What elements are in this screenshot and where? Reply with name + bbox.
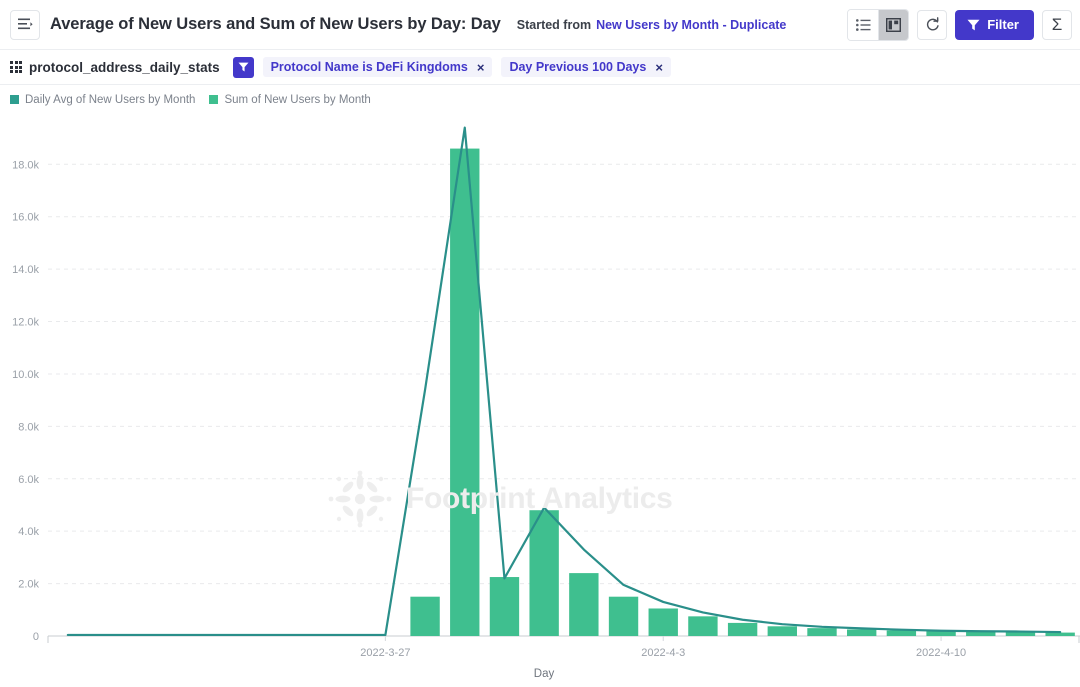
x-axis-title: Day [534, 668, 555, 680]
filter-chip-day[interactable]: Day Previous 100 Days × [501, 57, 670, 77]
y-axis-tick-label: 0 [33, 631, 39, 643]
refresh-button[interactable] [917, 10, 947, 40]
bar[interactable] [609, 597, 638, 636]
app-header: Average of New Users and Sum of New User… [0, 0, 1080, 50]
y-axis-tick-label: 18.0k [12, 159, 39, 171]
filter-button-label: Filter [987, 17, 1019, 32]
bar[interactable] [728, 623, 757, 636]
line-series[interactable] [68, 128, 1060, 635]
filter-chip-label: Protocol Name is DeFi Kingdoms [271, 60, 468, 74]
view-mode-list-button[interactable] [848, 10, 878, 40]
x-axis-tick-label: 2022-4-3 [641, 647, 685, 659]
started-from-link[interactable]: New Users by Month - Duplicate [596, 18, 786, 32]
y-axis-tick-label: 14.0k [12, 264, 39, 276]
legend-item-daily-avg[interactable]: Daily Avg of New Users by Month [10, 94, 195, 106]
legend-label: Sum of New Users by Month [224, 94, 370, 106]
dataset-chip[interactable]: protocol_address_daily_stats [10, 60, 220, 75]
bar[interactable] [529, 510, 558, 636]
page-title: Average of New Users and Sum of New User… [50, 15, 501, 34]
list-view-icon [856, 19, 871, 31]
legend-label: Daily Avg of New Users by Month [25, 94, 195, 106]
started-from: Started from New Users by Month - Duplic… [517, 18, 787, 32]
funnel-icon [238, 62, 249, 72]
y-axis-tick-label: 10.0k [12, 369, 39, 381]
y-axis-tick-label: 4.0k [18, 526, 39, 538]
bar[interactable] [807, 628, 836, 636]
filter-indicator-badge[interactable] [233, 57, 254, 78]
y-axis-tick-label: 8.0k [18, 421, 39, 433]
chart-legend: Daily Avg of New Users by Month Sum of N… [0, 85, 1080, 107]
x-axis-tick-label: 2022-3-27 [360, 647, 410, 659]
filter-bar: protocol_address_daily_stats Protocol Na… [0, 50, 1080, 85]
bar[interactable] [410, 597, 439, 636]
close-icon[interactable]: × [655, 61, 663, 74]
bar[interactable] [569, 573, 598, 636]
bar[interactable] [649, 608, 678, 636]
x-axis-tick-label: 2022-4-10 [916, 647, 966, 659]
close-icon[interactable]: × [477, 61, 485, 74]
chart-svg[interactable]: 0 2.0k 4.0k 6.0k 8.0k 10.0k 12.0k 14.0k 16.0k 18.… [0, 107, 1080, 687]
filter-chip-label: Day Previous 100 Days [509, 60, 646, 74]
bar[interactable] [887, 630, 916, 636]
y-axis-tick-label: 6.0k [18, 474, 39, 486]
board-view-icon [886, 18, 901, 32]
bar[interactable] [768, 626, 797, 636]
dataset-name-label: protocol_address_daily_stats [29, 60, 220, 75]
view-mode-group [847, 9, 909, 41]
legend-item-sum[interactable]: Sum of New Users by Month [209, 94, 370, 106]
legend-swatch [10, 95, 19, 104]
refresh-icon [925, 17, 940, 32]
chart-area: 0 2.0k 4.0k 6.0k 8.0k 10.0k 12.0k 14.0k 16.0k 18.… [0, 107, 1080, 687]
sigma-icon: Σ [1052, 15, 1063, 35]
legend-swatch [209, 95, 218, 104]
started-from-label: Started from [517, 18, 591, 32]
bar[interactable] [450, 149, 479, 636]
bar-series[interactable] [410, 149, 1074, 636]
view-mode-board-button[interactable] [878, 10, 908, 40]
header-actions: Filter Σ [847, 9, 1072, 41]
filter-chip-protocol[interactable]: Protocol Name is DeFi Kingdoms × [263, 57, 493, 77]
bar[interactable] [688, 616, 717, 636]
bar[interactable] [847, 629, 876, 636]
y-axis-tick-label: 12.0k [12, 317, 39, 329]
y-axis-tick-label: 16.0k [12, 212, 39, 224]
grid-dots-icon [10, 61, 22, 73]
sidebar-toggle-button[interactable] [10, 10, 40, 40]
list-collapse-icon [18, 18, 33, 31]
funnel-icon [967, 19, 980, 31]
bar[interactable] [490, 577, 519, 636]
filter-button[interactable]: Filter [955, 10, 1034, 40]
y-axis-tick-label: 2.0k [18, 579, 39, 591]
aggregate-button[interactable]: Σ [1042, 10, 1072, 40]
